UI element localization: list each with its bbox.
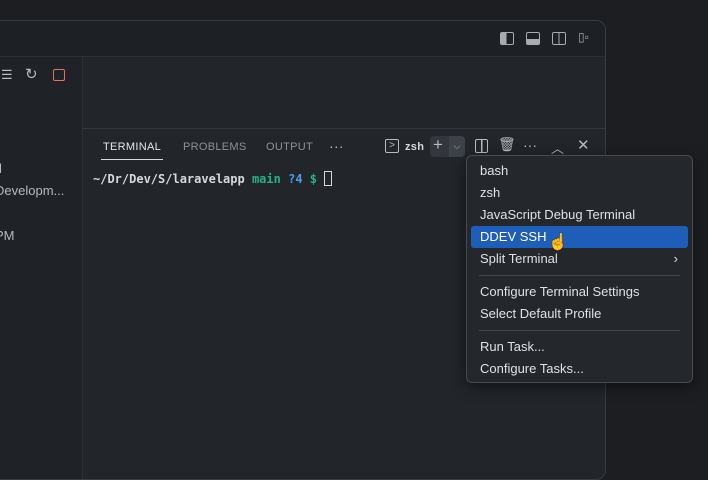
- customize-layout-icon[interactable]: ▯▫: [578, 30, 590, 44]
- menu-separator: [479, 275, 680, 276]
- menu-separator: [479, 330, 680, 331]
- toggle-primary-sidebar-icon[interactable]: [500, 32, 514, 45]
- toggle-panel-icon[interactable]: [526, 32, 540, 45]
- new-terminal-dropdown-menu: bash zsh JavaScript Debug Terminal DDEV …: [466, 155, 693, 383]
- more-actions-icon[interactable]: ···: [523, 137, 537, 153]
- plus-icon: +: [433, 135, 443, 154]
- title-bar: ▯▫: [0, 21, 605, 57]
- menu-item-select-default-profile[interactable]: Select Default Profile: [471, 303, 688, 325]
- sidebar-item-text[interactable]: Developm...: [0, 183, 64, 198]
- split-terminal-label: Split Terminal: [480, 251, 558, 266]
- sidebar: ☰ ↻ l Developm... PM: [0, 57, 83, 479]
- editor-area: [83, 57, 605, 128]
- tab-output[interactable]: OUTPUT: [266, 141, 313, 153]
- chevron-right-icon: ›: [673, 251, 678, 266]
- new-terminal-button[interactable]: + ⌵: [430, 135, 465, 157]
- menu-item-javascript-debug-terminal[interactable]: JavaScript Debug Terminal: [471, 204, 688, 226]
- toggle-secondary-sidebar-icon[interactable]: [552, 32, 566, 45]
- menu-item-ddev-ssh[interactable]: DDEV SSH: [471, 226, 688, 248]
- git-branch: main: [251, 172, 281, 186]
- trash-icon[interactable]: 🗑: [498, 136, 516, 153]
- hand-pointer-cursor-icon: ☝: [548, 234, 568, 251]
- prompt-symbol: $: [309, 172, 318, 186]
- refresh-icon[interactable]: ↻: [25, 65, 38, 83]
- terminal-icon: >: [385, 139, 399, 153]
- menu-item-zsh[interactable]: zsh: [471, 182, 688, 204]
- stop-icon[interactable]: [53, 69, 65, 81]
- tab-terminal[interactable]: TERMINAL: [100, 141, 164, 160]
- terminal-prompt[interactable]: ~/Dr/Dev/S/laravelapp main ?4 $: [93, 171, 333, 186]
- menu-item-bash[interactable]: bash: [471, 160, 688, 182]
- sidebar-item-text[interactable]: l: [0, 161, 2, 176]
- menu-item-configure-terminal-settings[interactable]: Configure Terminal Settings: [471, 281, 688, 303]
- menu-item-configure-tasks[interactable]: Configure Tasks...: [471, 358, 688, 380]
- menu-item-run-task[interactable]: Run Task...: [471, 336, 688, 358]
- more-tabs-button[interactable]: ···: [329, 138, 344, 154]
- shell-name[interactable]: zsh: [405, 141, 424, 153]
- chevron-down-icon[interactable]: ⌵: [449, 136, 465, 157]
- collapse-list-icon[interactable]: ☰: [1, 67, 13, 83]
- split-terminal-icon[interactable]: [475, 139, 488, 153]
- tab-problems[interactable]: PROBLEMS: [183, 141, 247, 153]
- menu-item-split-terminal[interactable]: Split Terminal ›: [471, 248, 688, 270]
- prompt-path: ~/Dr/Dev/S/laravelapp: [93, 172, 245, 186]
- cursor: [324, 171, 333, 186]
- sidebar-item-text[interactable]: PM: [0, 228, 15, 243]
- git-status: ?4: [288, 172, 303, 186]
- close-panel-icon[interactable]: ✕: [577, 136, 590, 154]
